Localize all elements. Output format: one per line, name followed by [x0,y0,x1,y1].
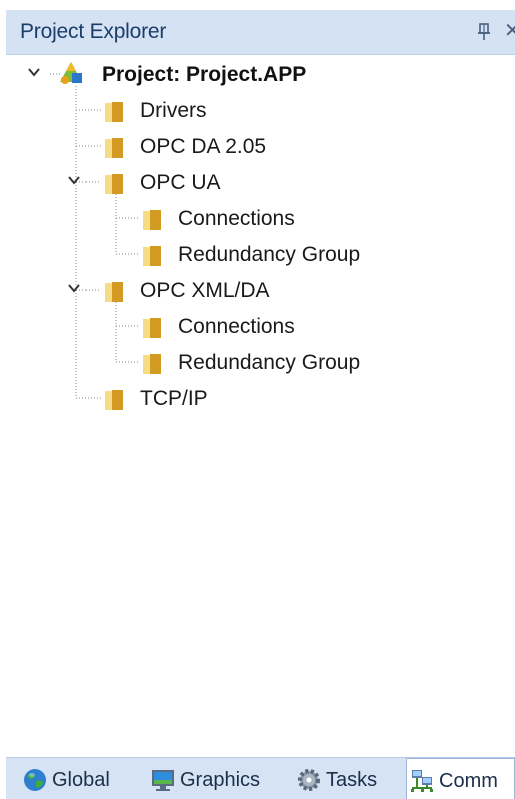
tree-node-label: OPC XML/DA [140,279,270,302]
panel-title: Project Explorer [20,20,167,43]
monitor-icon [152,770,174,791]
globe-icon [24,769,46,791]
tree-node-label: OPC UA [140,171,221,194]
folder-icon [143,210,161,230]
pin-icon[interactable] [476,23,492,41]
tab-label: Tasks [326,769,378,791]
folder-icon [143,318,161,338]
tree-node-label: Drivers [140,99,207,122]
folder-icon [143,354,161,374]
tab-global[interactable]: Global [20,760,142,798]
tree-node-label: Connections [178,207,295,230]
project-explorer-window: Project Explorer ✕ Project: Project.APP … [0,0,515,799]
tree-node-label: OPC DA 2.05 [140,135,267,158]
panel-title-bar: Project Explorer ✕ [6,10,515,55]
tree-node-label: Connections [178,315,295,338]
tree-node-label: Redundancy Group [178,243,361,266]
tab-label: Graphics [180,769,261,791]
folder-icon [105,282,123,302]
tab-label: Comm [439,770,498,792]
chevron-down-icon[interactable] [66,172,82,188]
project-tree: Project: Project.APP Drivers OPC DA 2.05 [6,56,515,756]
tab-tasks[interactable]: Tasks [294,760,400,798]
folder-icon [105,138,123,158]
tab-graphics[interactable]: Graphics [148,760,288,798]
folder-icon [105,390,123,410]
folder-icon [105,102,123,122]
close-icon[interactable]: ✕ [504,21,515,41]
folder-icon [105,174,123,194]
tab-label: Global [52,769,110,791]
tree-node-label: TCP/IP [140,387,208,410]
project-icon [60,62,82,84]
network-icon [411,770,433,792]
tree-node-label: Project: Project.APP [102,63,307,86]
gear-icon [298,769,320,791]
folder-icon [143,246,161,266]
chevron-down-icon[interactable] [66,280,82,296]
bottom-tab-bar: Global Graphics Tasks Comm [6,757,515,799]
tree-node-label: Redundancy Group [178,351,361,374]
tab-comm[interactable]: Comm [406,758,515,799]
chevron-down-icon[interactable] [26,64,42,80]
